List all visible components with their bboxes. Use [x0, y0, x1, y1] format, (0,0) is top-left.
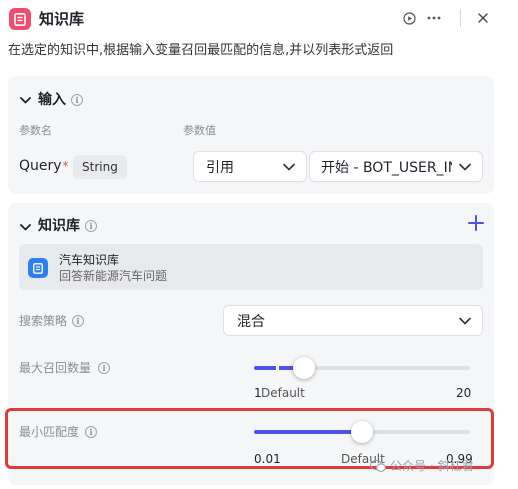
- param-name: Query*: [19, 158, 69, 174]
- search-strategy-select[interactable]: 混合: [223, 305, 483, 336]
- wechat-icon: [370, 459, 386, 472]
- plus-icon: [468, 215, 484, 231]
- header-divider: [460, 9, 461, 27]
- value-reference-label: 开始 - BOT_USER_INPUT: [321, 159, 452, 176]
- knowledge-item-icon: [28, 258, 48, 278]
- input-collapse-toggle[interactable]: [18, 93, 32, 107]
- max-recall-default: Default: [261, 386, 305, 400]
- node-description: 在选定的知识中,根据输入变量召回最匹配的信息,并以列表形式返回: [8, 43, 394, 58]
- more-icon: [427, 16, 441, 20]
- value-reference-select[interactable]: 开始 - BOT_USER_INPUT: [309, 151, 483, 182]
- param-name-header: 参数名: [19, 124, 52, 137]
- search-strategy-value: 混合: [237, 313, 265, 330]
- knowledge-item-name: 汽车知识库: [59, 253, 120, 267]
- play-icon: [402, 11, 416, 25]
- value-mode-label: 引用: [206, 159, 234, 176]
- param-type-badge: String: [73, 155, 127, 179]
- input-section-title: 输入: [38, 92, 66, 108]
- info-icon[interactable]: i: [72, 315, 84, 327]
- info-icon[interactable]: i: [85, 220, 97, 232]
- search-strategy-label: 搜索策略: [19, 314, 68, 328]
- watermark: 公众号 · 斜杠君: [370, 457, 473, 475]
- chevron-down-icon: [283, 163, 295, 171]
- document-icon: [14, 12, 26, 26]
- default-tick: [276, 366, 279, 370]
- knowledge-collapse-toggle[interactable]: [18, 220, 32, 234]
- max-recall-handle[interactable]: [293, 357, 315, 379]
- info-icon[interactable]: i: [71, 94, 83, 106]
- value-mode-select[interactable]: 引用: [193, 151, 307, 182]
- required-mark: *: [62, 159, 69, 173]
- knowledge-node-icon: [9, 8, 31, 30]
- max-recall-max: 20: [456, 386, 472, 400]
- max-recall-label: 最大召回数量: [19, 361, 92, 375]
- chevron-down-icon: [19, 96, 31, 103]
- close-icon: [478, 13, 488, 23]
- watermark-text: 公众号 · 斜杠君: [390, 459, 474, 473]
- param-value-header: 参数值: [183, 124, 216, 137]
- node-title: 知识库: [39, 10, 85, 28]
- info-icon[interactable]: i: [98, 362, 110, 374]
- knowledge-section-title: 知识库: [38, 218, 80, 234]
- document-icon: [33, 262, 43, 274]
- knowledge-item-description: 回答新能源汽车问题: [59, 269, 168, 283]
- run-button[interactable]: [400, 9, 418, 27]
- chevron-down-icon: [19, 223, 31, 230]
- close-button[interactable]: [474, 9, 492, 27]
- chevron-down-icon: [459, 317, 471, 325]
- chevron-down-icon: [459, 163, 471, 171]
- add-knowledge-button[interactable]: [467, 214, 485, 232]
- more-button[interactable]: [425, 9, 443, 27]
